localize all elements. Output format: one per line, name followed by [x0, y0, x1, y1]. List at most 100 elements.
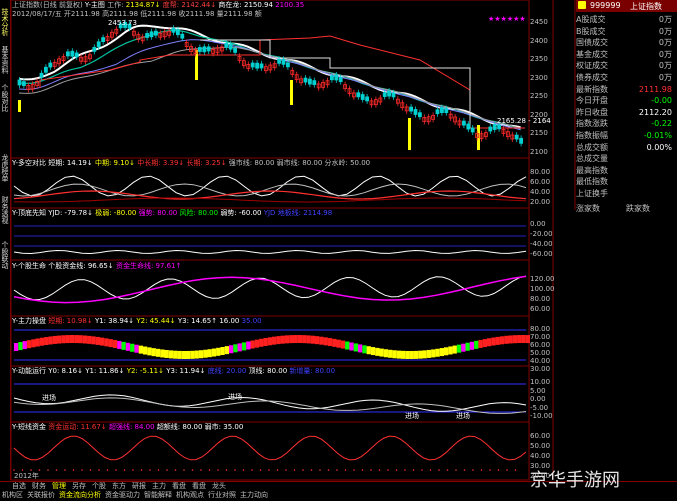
candle-body [44, 66, 48, 73]
ind4-block [254, 339, 260, 348]
quote-row: 指数涨跌 -0.22 [576, 118, 676, 130]
ind4-block [168, 350, 174, 359]
ind4-block [220, 346, 225, 355]
ind4-block [418, 350, 423, 359]
quote-row-value: 0万 [658, 61, 672, 71]
ind4-block [310, 335, 315, 344]
ind4-block [250, 340, 255, 349]
ind1-c-label: 中长期: [137, 159, 161, 167]
ind2-axis-tick: 0.00 [530, 220, 546, 228]
ind4-block [104, 338, 109, 347]
ind4-block [499, 336, 505, 345]
ind4-block [263, 337, 268, 346]
ind3-line-white [13, 275, 527, 301]
ind4-block [14, 343, 19, 351]
ind5-g: 新增量: 80.00 [289, 367, 336, 375]
bottom-tab[interactable]: 研报 [132, 482, 146, 491]
quote-row-label: 昨日收盘 [576, 107, 608, 117]
bottom-item[interactable]: 资金驱动力 [105, 491, 140, 500]
ind1-axis-tick: 60.00 [530, 178, 551, 186]
main-axis-tick: 2100 [530, 147, 548, 156]
ind2-f: YJD [263, 209, 276, 217]
ind6-dot [480, 469, 483, 471]
ind4-block [125, 342, 131, 351]
bottom-item[interactable]: 机构观点 [176, 491, 204, 500]
ind6-dot [149, 469, 151, 471]
ind6-dot [115, 469, 117, 471]
bottom-item[interactable]: 主力动向 [240, 491, 268, 500]
ind6-dot [234, 469, 236, 471]
ind1-axis-tick: 40.00 [530, 188, 551, 196]
ind3-header: Y-个股生命 个股资金线: 96.65↓ 资金生命线: 97.61↑ [12, 262, 181, 271]
bottom-tab[interactable]: 管理 [52, 482, 66, 491]
bottom-tab[interactable]: 看盘 [172, 482, 186, 491]
quote-row-label: B股成交 [576, 26, 606, 36]
candle-body [519, 137, 523, 144]
resistance-line [200, 39, 471, 128]
ind5-axis-tick: -5.00 [530, 403, 549, 412]
ind6-dot [378, 469, 381, 471]
bottom-tab[interactable]: 东方 [112, 482, 126, 491]
ind4-block [186, 350, 191, 359]
bottom-item[interactable]: 资金流向分析 [59, 491, 101, 500]
ind6-dot [412, 469, 415, 471]
ind5-axis-tick: 0.00 [530, 395, 546, 403]
ind1-d-value: 3.25↓ [205, 159, 227, 167]
main-axis-tick: 2350 [530, 55, 548, 63]
main-axis-tick: 2400 [530, 36, 548, 45]
bottom-tab[interactable]: 看盘 [192, 482, 206, 491]
heavy-label: 商在龙: [218, 1, 242, 9]
ind4-c: Y2: 45.44↓ [136, 317, 176, 325]
ind4-block [452, 345, 457, 354]
bottom-item[interactable]: 行业对照 [208, 491, 236, 500]
ind6-dot [123, 469, 126, 471]
bottom-tab[interactable]: 龙头 [212, 482, 226, 491]
quote-row-label: 总成交量 [576, 154, 608, 164]
ind6-line-red [13, 435, 527, 461]
quote-row: 权证成交 0万 [576, 60, 676, 72]
bottom-tab[interactable]: 个股 [92, 482, 106, 491]
bottom-tab[interactable]: 财务 [32, 482, 46, 491]
bottom-item[interactable]: 关联报价 [27, 491, 55, 500]
candle-body [197, 47, 202, 52]
bottom-tab[interactable]: 另存 [72, 482, 86, 491]
ind2-axis-tick: -60.00 [530, 250, 553, 258]
ind3-b-label: 资金生命线: [115, 262, 154, 270]
ind4-block [203, 349, 208, 358]
ind4-block [173, 350, 178, 359]
candle-body [66, 51, 70, 57]
ind1-e: 强市线: 80.00 [228, 159, 275, 167]
signal-bar [18, 100, 21, 112]
quote-row-label: 今日开盘 [576, 96, 608, 106]
ind4-block [512, 335, 518, 344]
ind6-dot [310, 469, 313, 471]
ind4-block [143, 346, 148, 355]
ind5-header: Y-动能运行 Y0: 8.16↓ Y1: 11.86↓ Y2: -5.11↓ Y… [12, 367, 335, 376]
bottom-tab[interactable]: 主力 [152, 482, 166, 491]
ind4-block [289, 335, 294, 344]
ind3-a-label: 个股资金线: [48, 262, 86, 270]
quote-row-label: 最新指数 [576, 84, 608, 94]
ind6-d: 弱市: 35.00 [204, 423, 244, 431]
candle-body [153, 30, 158, 36]
ind4-block [74, 335, 79, 344]
ind4-block [431, 349, 436, 358]
bottom-item[interactable]: 机构区 [2, 491, 23, 500]
ind4-block [435, 348, 440, 357]
candle-body [382, 92, 387, 97]
candle-body [48, 62, 53, 68]
ind6-dot [421, 469, 423, 471]
quote-row-value: -0.00 [651, 96, 672, 106]
ind6-dot [344, 469, 347, 471]
quote-row-label: 上证换手 [576, 189, 608, 198]
ind4-block [69, 335, 75, 344]
ind6-dot [251, 469, 253, 471]
bottom-tab[interactable]: 自选 [12, 482, 26, 491]
ind6-dot [387, 469, 389, 471]
ind4-block [108, 339, 113, 348]
candle-body [39, 72, 44, 78]
ind5-a-value: 8.16↓ [61, 367, 83, 375]
bottom-item[interactable]: 智能解释 [144, 491, 172, 500]
ind2-axis-tick: -20.00 [530, 230, 553, 238]
ind6-dot [81, 469, 83, 471]
